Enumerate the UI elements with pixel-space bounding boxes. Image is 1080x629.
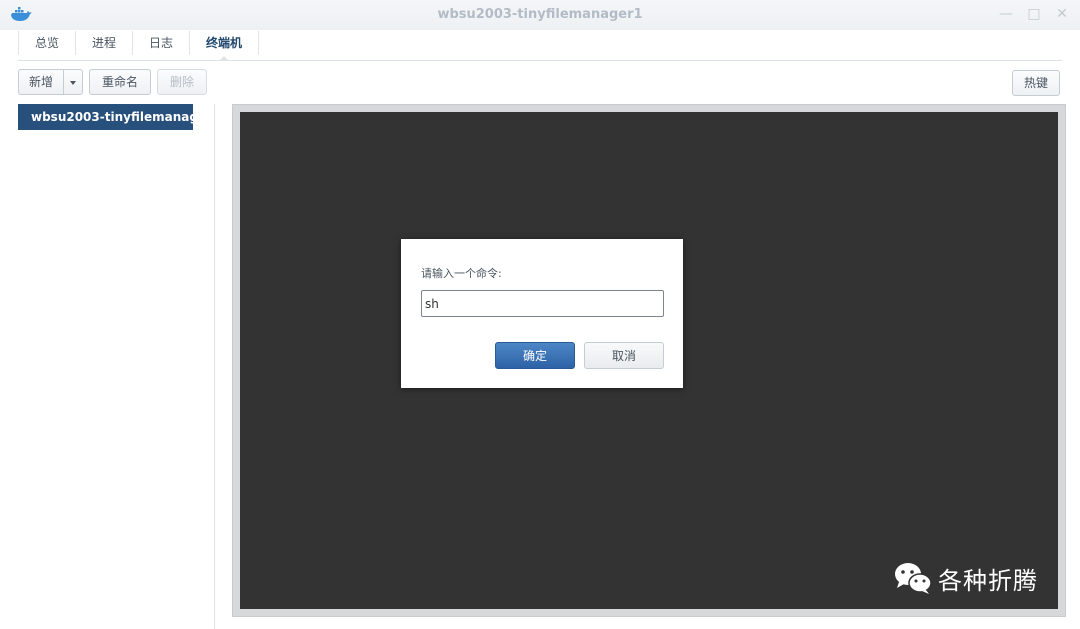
command-prompt-label: 请输入一个命令: [421, 267, 502, 280]
wechat-icon [895, 563, 932, 594]
command-dialog: 请输入一个命令: 确定 取消 [401, 239, 683, 388]
maximize-button[interactable]: □ [1026, 6, 1042, 22]
window-title: wbsu2003-tinyfilemanager1 [437, 7, 643, 22]
new-button[interactable]: 新增 [18, 69, 64, 95]
close-button[interactable]: ✕ [1054, 6, 1070, 22]
new-dropdown-button[interactable] [63, 69, 84, 95]
command-input[interactable] [421, 290, 664, 317]
tab-overview[interactable]: 总览 [18, 31, 77, 55]
sidebar-item-session[interactable]: wbsu2003-tinyfilemanager1 [18, 104, 193, 130]
tab-terminal[interactable]: 终端机 [190, 31, 260, 61]
caret-down-icon [70, 80, 77, 85]
app-window: wbsu2003-tinyfilemanager1 — □ ✕ 总览 进程 日志… [0, 0, 1080, 629]
window-controls: — □ ✕ [998, 6, 1070, 22]
tab-process[interactable]: 进程 [76, 31, 134, 55]
minimize-button[interactable]: — [998, 6, 1014, 22]
tab-bar: 总览 进程 日志 终端机 [18, 30, 1062, 61]
hotkey-button[interactable]: 热键 [1011, 70, 1060, 96]
new-split-button: 新增 [18, 69, 84, 95]
watermark: 各种折腾 [893, 560, 1038, 596]
title-bar: wbsu2003-tinyfilemanager1 — □ ✕ [0, 0, 1080, 30]
cancel-button[interactable]: 取消 [584, 342, 664, 369]
toolbar: 新增 重命名 删除 [18, 69, 208, 95]
delete-button[interactable]: 删除 [157, 69, 208, 95]
tab-log[interactable]: 日志 [133, 31, 191, 55]
ok-button[interactable]: 确定 [495, 342, 575, 369]
rename-button[interactable]: 重命名 [89, 69, 152, 95]
session-sidebar: wbsu2003-tinyfilemanager1 [18, 104, 215, 629]
watermark-text: 各种折腾 [938, 566, 1038, 595]
